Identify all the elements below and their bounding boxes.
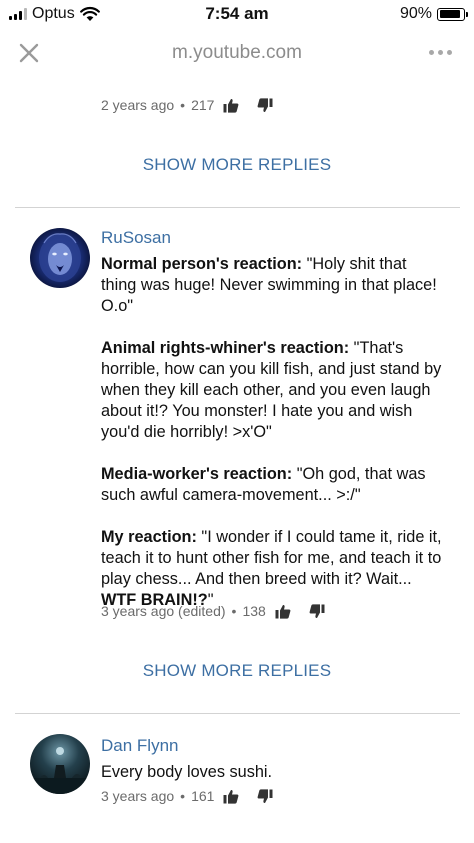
like-count: 161 — [191, 788, 215, 804]
status-bar: Optus 7:54 am 90% — [0, 0, 474, 30]
reaction-label: My reaction: — [101, 528, 197, 546]
comment-paragraph: My reaction: "I wonder if I could tame i… — [101, 527, 446, 611]
browser-url-bar: m.youtube.com — [0, 30, 474, 76]
comment-time: 3 years ago — [101, 788, 175, 804]
meta-separator: • — [180, 788, 186, 804]
thumbs-down-icon[interactable] — [257, 97, 273, 113]
comment-author[interactable]: Dan Flynn — [101, 736, 178, 756]
reply-meta: 2 years ago • 217 — [101, 97, 273, 113]
like-count: 138 — [242, 603, 266, 619]
thumbs-down-icon[interactable] — [257, 788, 273, 804]
more-options-icon[interactable] — [429, 50, 452, 55]
reaction-label: Normal person's reaction: — [101, 255, 303, 273]
reaction-label: Animal rights-whiner's reaction: — [101, 339, 350, 357]
show-more-replies-button[interactable]: SHOW MORE REPLIES — [0, 661, 474, 681]
comment-paragraph: Media-worker's reaction: "Oh god, that w… — [101, 464, 446, 506]
thumbs-up-icon[interactable] — [223, 98, 239, 113]
comment-paragraph: Animal rights-whiner's reaction: "That's… — [101, 338, 446, 443]
avatar[interactable] — [30, 228, 90, 288]
lion-avatar-icon — [30, 228, 90, 288]
comment-meta: 3 years ago • 161 — [101, 788, 273, 804]
battery-percent: 90% — [399, 5, 432, 22]
meta-separator: • — [180, 97, 186, 113]
comment-author[interactable]: RuSosan — [101, 228, 171, 248]
battery-level — [439, 10, 461, 18]
like-count: 217 — [191, 97, 215, 113]
meta-separator: • — [231, 603, 237, 619]
thumbs-up-icon[interactable] — [223, 789, 239, 804]
comment-meta: 3 years ago (edited) • 138 — [101, 603, 325, 619]
comment-time: 3 years ago (edited) — [101, 603, 226, 619]
divider — [15, 207, 460, 208]
url-text[interactable]: m.youtube.com — [0, 42, 474, 64]
divider — [15, 713, 460, 714]
thumbs-down-icon[interactable] — [309, 603, 325, 619]
avatar[interactable] — [30, 734, 90, 794]
comment-text: Normal person's reaction: "Holy shit tha… — [101, 254, 446, 611]
battery-icon — [437, 7, 468, 21]
comment-text: Every body loves sushi. — [101, 763, 273, 781]
thumbs-up-icon[interactable] — [275, 604, 291, 619]
comment-paragraph: Normal person's reaction: "Holy shit tha… — [101, 254, 446, 317]
show-more-replies-button[interactable]: SHOW MORE REPLIES — [0, 155, 474, 175]
status-right: 90% — [399, 5, 468, 23]
night-scene-avatar-icon — [30, 734, 90, 794]
reaction-label: Media-worker's reaction: — [101, 465, 293, 483]
reply-time: 2 years ago — [101, 97, 175, 113]
